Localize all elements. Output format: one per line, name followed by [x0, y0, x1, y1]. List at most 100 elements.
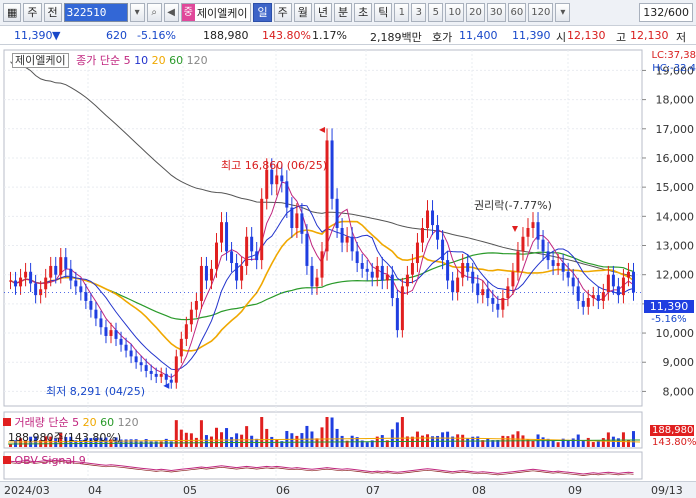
- volume-bar: [501, 435, 505, 447]
- period-day[interactable]: 일: [253, 3, 272, 22]
- period-month[interactable]: 월: [293, 3, 312, 22]
- candle-body: [576, 286, 580, 301]
- volume-value-label: 188,980주(143.80%): [8, 431, 122, 444]
- interval-10[interactable]: 10: [445, 3, 465, 22]
- candle-body: [295, 213, 299, 228]
- y-tick-label: 17,000: [656, 123, 695, 136]
- interval-dropdown-icon[interactable]: ▾: [555, 3, 571, 22]
- y-tick-label: 16,000: [656, 152, 695, 165]
- volume-bar: [441, 432, 445, 447]
- candle-body: [390, 274, 394, 299]
- candle-body: [516, 251, 520, 272]
- high-annotation: 최고 16,860 (06/25): [221, 159, 328, 172]
- volume-bar: [300, 433, 304, 447]
- period-second[interactable]: 초: [354, 3, 373, 22]
- candle-body: [320, 251, 324, 278]
- candle-body: [556, 263, 560, 266]
- lc-label: LC:37,38: [651, 50, 696, 61]
- period-year[interactable]: 년: [313, 3, 332, 22]
- search-icon[interactable]: ⌕: [146, 3, 162, 22]
- price-change-pct: -5.16%: [137, 29, 176, 42]
- data-count-field[interactable]: 132/600: [639, 3, 693, 22]
- candle-body: [250, 236, 254, 252]
- high-marker-arrow: [319, 126, 326, 133]
- candle-body: [586, 298, 590, 307]
- chart-window-icon[interactable]: ▦: [3, 3, 22, 22]
- volume-bar: [305, 425, 309, 447]
- volume-bar: [446, 431, 450, 447]
- candle-body: [59, 257, 63, 275]
- volume-bar: [179, 429, 183, 447]
- legend-obv-name: OBV: [14, 454, 38, 467]
- interval-30[interactable]: 30: [486, 3, 506, 22]
- candle-body: [114, 330, 118, 339]
- volume-bar: [335, 428, 339, 447]
- candle-body: [360, 263, 364, 269]
- candle-body: [89, 300, 93, 310]
- candle-body: [174, 356, 178, 383]
- period-minute[interactable]: 분: [333, 3, 353, 22]
- y-tick-label: 12,000: [656, 269, 695, 282]
- volume-bar: [616, 438, 620, 447]
- price-legend: 제이엘케이 종가 단순 5 10 20 60 120: [12, 52, 208, 68]
- speaker-icon[interactable]: ◀: [163, 3, 179, 22]
- time-axis: 2024/03 04 05 06 07 08 09 09/13: [0, 481, 696, 498]
- volume-color-icon: [3, 418, 11, 426]
- chart-area[interactable]: 19,000 18,000 17,000 16,000 15,000 14,000 13,0…: [0, 46, 696, 480]
- candle-body: [154, 373, 158, 377]
- candle-body: [134, 356, 138, 363]
- legend-ma5: 5: [123, 54, 131, 67]
- candle-body: [355, 251, 359, 264]
- stock-code-input[interactable]: [63, 3, 128, 22]
- interval-120[interactable]: 120: [528, 3, 554, 22]
- chart-type-selector[interactable]: 주: [23, 3, 42, 22]
- candle-body: [74, 280, 78, 287]
- volume-bar: [631, 431, 635, 447]
- last-pct-label: -5.16%: [651, 314, 687, 325]
- last-price-badge: 11,390: [644, 300, 694, 313]
- candle-body: [596, 295, 600, 301]
- legend-ma10: 10: [134, 54, 149, 67]
- rights-annotation: 권리락(-7.77%): [474, 199, 552, 212]
- volume-bar: [240, 434, 244, 447]
- candle-body: [310, 265, 314, 287]
- price-down-arrow-icon: ▼: [52, 29, 61, 42]
- dropdown-arrow-icon[interactable]: ▾: [129, 3, 145, 22]
- quote-bar: 11,390 ▼ 620 -5.16% 188,980 143.80% 1.17…: [0, 27, 696, 45]
- candle-body: [69, 268, 73, 281]
- candle-body: [471, 271, 475, 284]
- interval-1[interactable]: 1: [394, 3, 410, 22]
- legend-volume-ma-label: 단순: [48, 416, 69, 429]
- interval-3[interactable]: 3: [411, 3, 427, 22]
- candle-body: [426, 210, 430, 228]
- stock-name: 제이엘케이: [196, 6, 248, 20]
- volume-bar: [400, 417, 404, 447]
- candle-body: [19, 277, 23, 287]
- period-tick[interactable]: 틱: [374, 3, 393, 22]
- candle-body: [451, 280, 455, 293]
- candle-body: [511, 271, 515, 287]
- volume-bar: [395, 422, 399, 447]
- candle-body: [340, 228, 344, 243]
- period-week[interactable]: 주: [273, 3, 292, 22]
- candle-body: [405, 274, 409, 287]
- candle-body: [265, 169, 269, 199]
- interval-20[interactable]: 20: [466, 3, 485, 22]
- volume-bar: [154, 441, 158, 447]
- legend-ma20: 20: [151, 54, 166, 67]
- volume-bar: [541, 437, 545, 447]
- candle-body: [159, 373, 163, 377]
- candle-body: [129, 350, 133, 357]
- candle-body: [99, 318, 103, 328]
- candle-body: [84, 292, 88, 301]
- volume-bar: [506, 436, 510, 447]
- interval-60[interactable]: 60: [507, 3, 527, 22]
- previous-button[interactable]: 전: [43, 3, 62, 22]
- candle-body: [225, 222, 229, 252]
- candle-body: [290, 207, 294, 228]
- legend-ma60: 60: [169, 54, 184, 67]
- candle-body: [149, 370, 153, 374]
- volume-bar: [149, 441, 153, 447]
- interval-5[interactable]: 5: [428, 3, 444, 22]
- volume-bar: [551, 440, 555, 447]
